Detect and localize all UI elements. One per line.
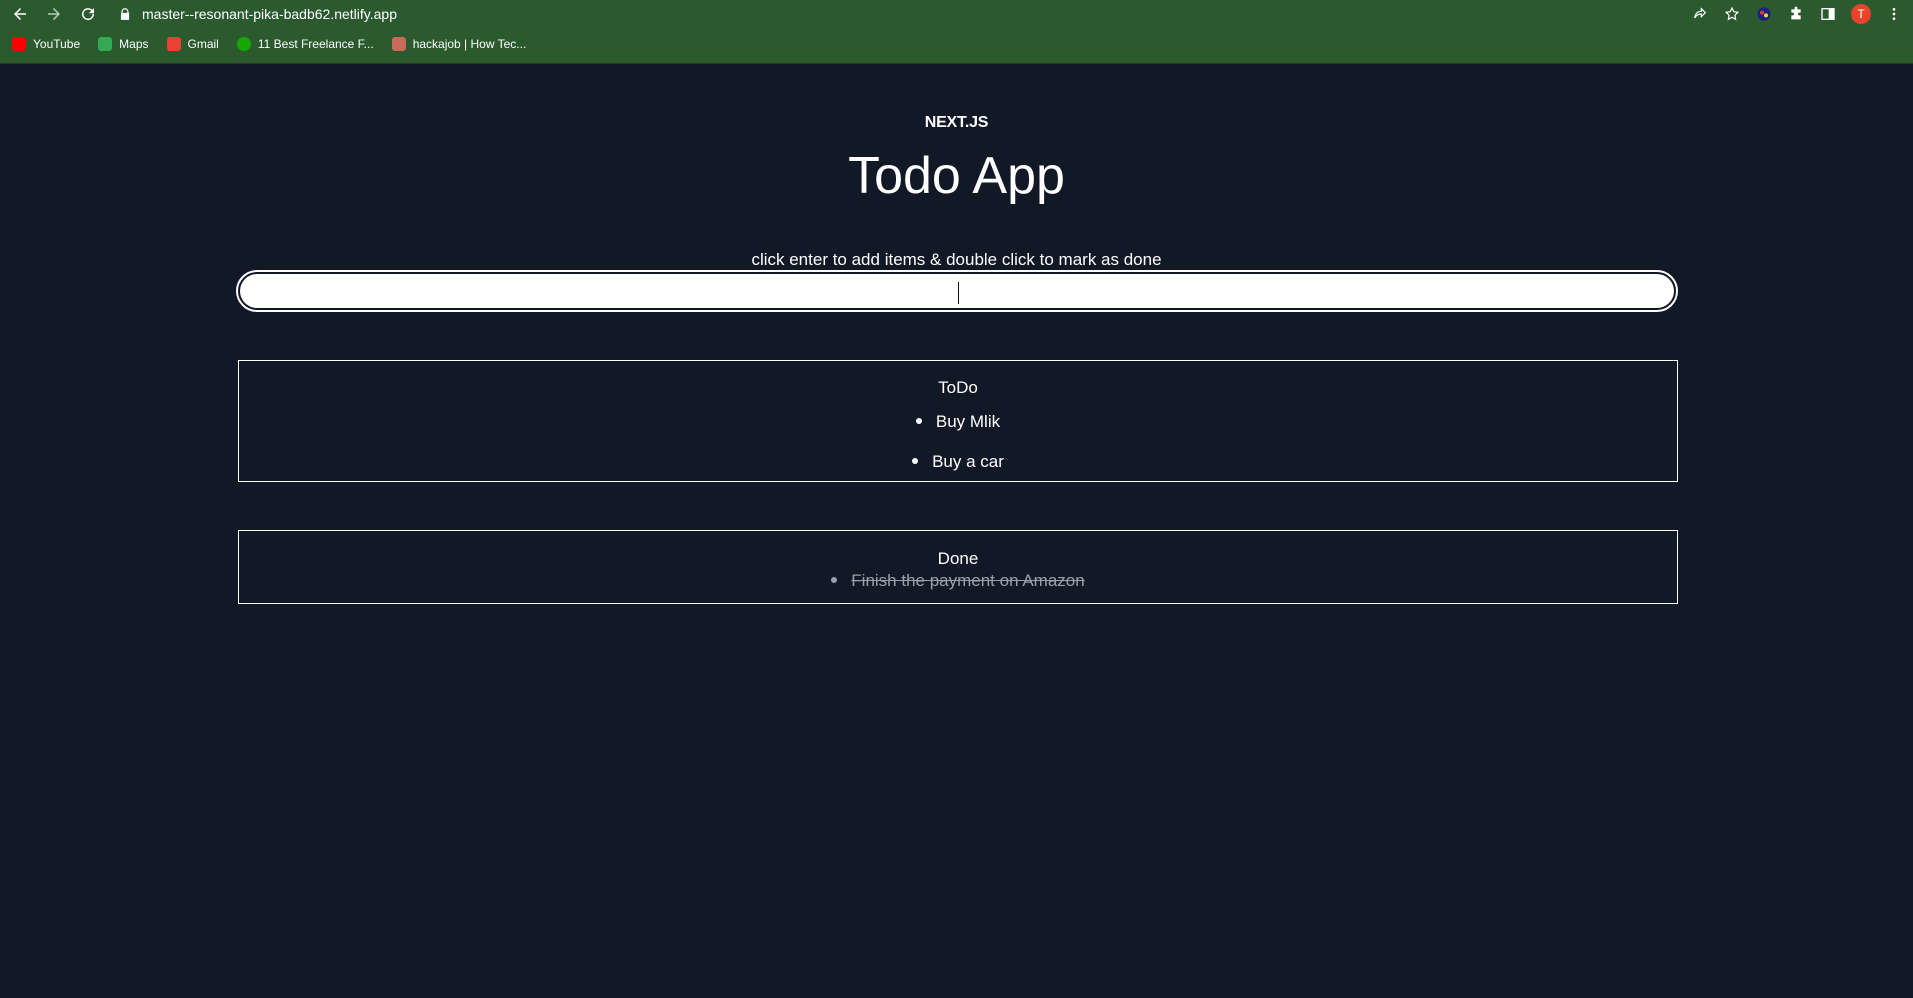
maps-icon: [98, 37, 113, 51]
browser-chrome: master--resonant-pika-badb62.netlify.app…: [0, 0, 1913, 64]
reload-button[interactable]: [74, 0, 102, 28]
share-icon: [1694, 7, 1707, 19]
address-bar[interactable]: master--resonant-pika-badb62.netlify.app: [106, 3, 1686, 25]
bookmarks-bar: YouTube Maps Gmail 11 Best Freelance F..…: [0, 28, 1913, 60]
bookmark-label: YouTube: [33, 37, 81, 51]
profile-avatar[interactable]: T: [1851, 4, 1871, 24]
bookmark-label: Maps: [119, 37, 149, 51]
bookmark-upwork[interactable]: 11 Best Freelance F...: [236, 37, 374, 51]
bookmark-label: 11 Best Freelance F...: [257, 37, 374, 51]
arrow-right-icon: [48, 8, 60, 20]
side-panel-button[interactable]: [1819, 5, 1837, 23]
extension-button[interactable]: [1755, 5, 1773, 23]
star-icon: [1724, 6, 1740, 21]
todo-heading: ToDo: [938, 378, 978, 397]
todo-input-wrapper: [236, 270, 1678, 312]
instruction-text: click enter to add items & double click …: [751, 250, 1162, 269]
bullet-icon: [915, 417, 922, 424]
upwork-icon: [236, 37, 251, 51]
todo-page: NEXT.JS Todo App click enter to add item…: [0, 64, 1913, 998]
share-button[interactable]: [1691, 5, 1709, 23]
extensions-button[interactable]: [1787, 5, 1805, 23]
reload-icon: [82, 8, 95, 21]
todo-item[interactable]: Buy Mlik: [239, 402, 1677, 442]
brand-label: NEXT.JS: [924, 114, 989, 131]
page-title: Todo App: [848, 147, 1065, 205]
extension-logo-icon: [1757, 7, 1771, 21]
forward-button[interactable]: [40, 0, 68, 28]
done-list: Finish the payment on Amazon: [239, 563, 1677, 599]
gmail-icon: [166, 37, 181, 51]
bookmark-star-button[interactable]: [1723, 5, 1741, 23]
puzzle-icon: [1791, 6, 1801, 20]
todo-item[interactable]: Buy a car: [239, 442, 1677, 482]
arrow-left-icon: [14, 8, 26, 20]
browser-toolbar: master--resonant-pika-badb62.netlify.app…: [0, 0, 1913, 28]
bookmark-hackajob[interactable]: hackajob | How Tec...: [391, 37, 527, 51]
bookmark-maps[interactable]: Maps: [98, 37, 149, 51]
back-button[interactable]: [6, 0, 34, 28]
todo-input[interactable]: [240, 274, 1674, 308]
browser-actions: T: [1691, 0, 1903, 28]
hackajob-icon: [391, 37, 406, 51]
done-item[interactable]: Finish the payment on Amazon: [239, 563, 1677, 599]
todo-list-panel: ToDo Buy Mlik Buy a car: [238, 360, 1678, 482]
text-caret: [958, 282, 959, 304]
bookmark-gmail[interactable]: Gmail: [166, 37, 219, 51]
lock-icon: [120, 8, 130, 20]
bookmark-label: Gmail: [187, 37, 219, 51]
side-panel-icon: [1821, 8, 1835, 20]
todo-item-text: Buy a car: [932, 452, 1004, 471]
more-vertical-icon: [1892, 8, 1896, 20]
url-text: master--resonant-pika-badb62.netlify.app: [142, 6, 397, 22]
todo-item-text: Buy Mlik: [935, 412, 1001, 431]
bullet-icon: [831, 576, 838, 583]
bullet-icon: [912, 457, 919, 464]
bookmark-label: hackajob | How Tec...: [412, 37, 527, 51]
done-item-text: Finish the payment on Amazon: [851, 571, 1085, 590]
youtube-icon: [12, 37, 26, 51]
menu-button[interactable]: [1885, 5, 1903, 23]
bookmark-youtube[interactable]: YouTube: [12, 37, 80, 51]
todo-list: Buy Mlik Buy a car: [239, 402, 1677, 482]
done-list-panel: Done Finish the payment on Amazon: [238, 530, 1678, 604]
